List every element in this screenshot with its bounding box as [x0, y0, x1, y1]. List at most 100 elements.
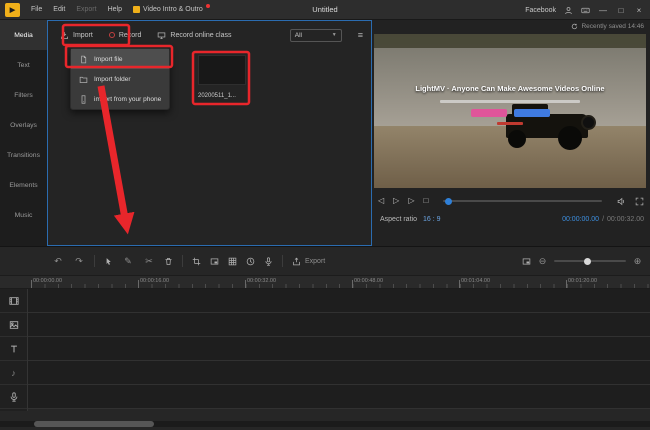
sidebar-item-filters[interactable]: Filters — [0, 80, 47, 110]
titlebar: ▶ File Edit Export Help Video Intro & Ou… — [0, 0, 650, 20]
zoom-in-button[interactable]: ⊕ — [633, 256, 642, 266]
ruler-label: 00:01:20.00 — [568, 278, 598, 284]
window-title: Untitled — [312, 5, 338, 14]
preview-panel: Recently saved 14:46 LightMV · Anyone Ca… — [372, 20, 650, 246]
app-logo-icon: ▶ — [5, 2, 20, 17]
record-button[interactable]: Record — [108, 31, 142, 39]
import-file-label: Import file — [94, 55, 123, 63]
stop-button[interactable]: □ — [423, 197, 428, 205]
preview-rating-stars — [497, 122, 523, 125]
edit-pen-button[interactable]: ✎ — [122, 256, 134, 266]
pip-button[interactable] — [210, 257, 219, 266]
intro-outro-label: Video Intro & Outro — [142, 6, 203, 13]
horizontal-scrollbar[interactable] — [0, 421, 650, 427]
redo-button[interactable]: ↷ — [73, 256, 85, 266]
text-track[interactable] — [0, 337, 650, 361]
record-online-label: Record online class — [170, 31, 232, 39]
scrollbar-thumb[interactable] — [34, 421, 154, 427]
keyboard-shortcuts-icon[interactable] — [581, 6, 590, 15]
recently-saved-status: Recently saved 14:46 — [571, 23, 644, 30]
import-folder-label: Import folder — [94, 75, 131, 83]
voiceover-track[interactable] — [0, 385, 650, 409]
record-icon — [108, 32, 115, 38]
preview-blue-button — [513, 109, 550, 117]
volume-icon[interactable] — [617, 197, 626, 206]
track-header-gutter: ♪ — [0, 289, 28, 411]
sidebar: Media Text Filters Overlays Transitions … — [0, 20, 47, 246]
sidebar-item-music[interactable]: Music — [0, 200, 47, 230]
import-dropdown-menu: Import file Import folder import from yo… — [70, 48, 170, 110]
refresh-icon — [572, 23, 578, 30]
music-track[interactable] — [0, 361, 650, 385]
ruler-label: 00:00:00.00 — [33, 278, 63, 284]
timeline-ruler[interactable]: 00:00:00.00 00:00:16.00 00:00:32.00 00:0… — [0, 275, 650, 289]
timeline-section: ↶ ↷ ✎ ✂ Export ⊖ ⊕ 00:00:00.00 00:00:16.… — [0, 246, 650, 430]
ruler-label: 00:00:16.00 — [140, 278, 170, 284]
maximize-button[interactable]: □ — [616, 6, 626, 15]
timeline-zoom-slider[interactable] — [554, 257, 626, 265]
voiceover-track-icon — [10, 391, 17, 402]
play-button[interactable]: ▷ — [393, 197, 399, 205]
menu-item-import-file[interactable]: Import file — [71, 49, 169, 69]
select-cursor-icon[interactable] — [104, 257, 113, 266]
fullscreen-icon[interactable] — [635, 197, 644, 206]
step-forward-button[interactable]: ▷ — [408, 197, 414, 205]
text-track-icon — [10, 345, 17, 353]
sidebar-item-overlays[interactable]: Overlays — [0, 110, 47, 140]
duration-clock-button[interactable] — [246, 257, 255, 266]
menu-item-import-folder[interactable]: Import folder — [71, 69, 169, 89]
preview-pink-button — [470, 109, 507, 117]
minimize-button[interactable]: — — [598, 6, 608, 15]
aspect-ratio-label: Aspect ratio — [380, 216, 417, 223]
crop-button[interactable] — [192, 256, 201, 266]
seek-handle[interactable] — [445, 197, 453, 205]
record-label: Record — [118, 31, 142, 39]
split-scissors-button[interactable]: ✂ — [143, 256, 155, 266]
monitor-icon — [158, 32, 166, 39]
seek-slider[interactable] — [443, 197, 602, 205]
sidebar-item-transitions[interactable]: Transitions — [0, 140, 47, 170]
media-filter-value: All — [294, 31, 302, 39]
media-clip-item[interactable]: 20200511_1... — [198, 55, 246, 99]
video-track[interactable] — [0, 289, 650, 313]
mosaic-grid-button[interactable] — [228, 257, 237, 266]
zoom-out-button[interactable]: ⊖ — [538, 256, 547, 266]
ruler-label: 00:00:48.00 — [354, 278, 384, 284]
folder-icon — [79, 76, 88, 83]
fit-timeline-icon[interactable] — [522, 257, 531, 266]
menu-help[interactable]: Help — [108, 6, 122, 13]
delete-trash-button[interactable] — [164, 257, 173, 266]
list-view-icon[interactable]: ≡ — [358, 30, 363, 40]
timeline-tracks: ♪ — [0, 289, 650, 411]
chevron-down-icon: ▼ — [331, 32, 337, 38]
record-online-class-button[interactable]: Record online class — [157, 31, 232, 40]
ruler-label: 00:01:04.00 — [461, 278, 491, 284]
preview-headline-text: LightMV · Anyone Can Make Awesome Videos… — [415, 84, 605, 93]
menu-edit[interactable]: Edit — [53, 6, 65, 13]
media-filter-dropdown[interactable]: All ▼ — [289, 28, 342, 42]
sidebar-item-text[interactable]: Text — [0, 50, 47, 80]
media-library-panel: Import Record Record online class All ▼ … — [47, 20, 372, 246]
import-button[interactable]: Import — [60, 31, 93, 40]
export-button[interactable]: Export — [292, 257, 325, 266]
sidebar-item-elements[interactable]: Elements — [0, 170, 47, 200]
menu-video-intro-outro[interactable]: Video Intro & Outro — [132, 3, 210, 13]
video-preview[interactable]: LightMV · Anyone Can Make Awesome Videos… — [374, 34, 646, 188]
close-button[interactable]: × — [634, 6, 644, 15]
facebook-link[interactable]: Facebook — [525, 7, 556, 14]
file-icon — [81, 55, 87, 63]
menu-export[interactable]: Export — [76, 6, 96, 13]
undo-button[interactable]: ↶ — [52, 256, 64, 266]
zoom-handle[interactable] — [584, 257, 591, 265]
overlay-track[interactable] — [0, 313, 650, 337]
current-timecode: 00:00:00.00 — [562, 216, 600, 223]
import-icon — [61, 31, 68, 39]
voiceover-mic-button[interactable] — [264, 256, 273, 266]
menu-file[interactable]: File — [31, 6, 42, 13]
account-icon[interactable] — [564, 6, 573, 15]
aspect-ratio-value[interactable]: 16 : 9 — [423, 216, 441, 223]
sidebar-item-media[interactable]: Media — [0, 20, 47, 50]
menu-item-import-from-phone[interactable]: import from your phone — [71, 89, 169, 109]
intro-outro-icon — [132, 6, 140, 13]
step-back-button[interactable]: ◁ — [378, 197, 384, 205]
